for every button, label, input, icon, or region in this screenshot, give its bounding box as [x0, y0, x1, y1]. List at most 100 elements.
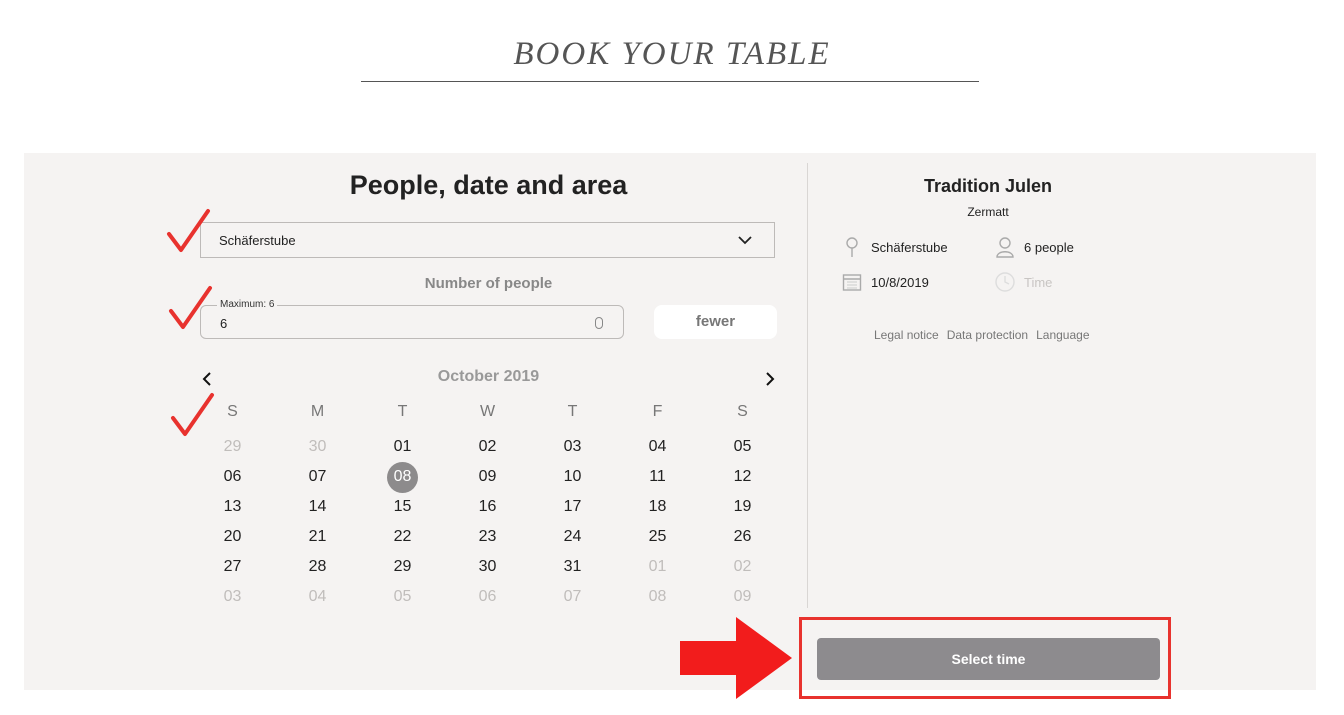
weekday-label: T — [567, 403, 578, 420]
people-label: Number of people — [424, 275, 553, 292]
calendar-day[interactable]: 02 — [445, 432, 530, 462]
calendar-day-number: 19 — [733, 498, 752, 515]
calendar-day[interactable]: 29 — [360, 552, 445, 582]
calendar-day[interactable]: 23 — [445, 522, 530, 552]
restaurant-city: Zermatt — [967, 205, 1009, 219]
calendar-day[interactable]: 22 — [360, 522, 445, 552]
calendar-day-number: 27 — [223, 558, 242, 575]
calendar-day: 02 — [700, 552, 785, 582]
legal-notice-link[interactable]: Legal notice — [874, 328, 939, 342]
calendar-day-number: 04 — [308, 588, 327, 605]
title-underline — [361, 81, 979, 82]
calendar-day-number: 04 — [648, 438, 667, 455]
calendar-day[interactable]: 13 — [190, 492, 275, 522]
check-mark-icon — [171, 393, 214, 436]
calendar-day-number: 30 — [308, 438, 327, 455]
section-title: People, date and area — [349, 170, 628, 200]
calendar-day[interactable]: 20 — [190, 522, 275, 552]
spinner-icon[interactable] — [595, 317, 603, 329]
calendar-day[interactable]: 03 — [530, 432, 615, 462]
calendar-day-number: 18 — [648, 498, 667, 515]
calendar-grid: 29 30 01 02 03 04 05 06 07 08 09 10 11 12 13 14 15 16 17 18… — [190, 432, 785, 612]
people-input-legend: Maximum: 6 — [217, 299, 278, 311]
calendar-day[interactable]: 19 — [700, 492, 785, 522]
calendar-day-number: 03 — [223, 588, 242, 605]
calendar-day-number: 22 — [393, 528, 412, 545]
weekday-label: W — [479, 403, 496, 420]
calendar-day-number: 09 — [478, 468, 497, 485]
page-title: BOOK YOUR TABLE — [513, 36, 831, 72]
calendar-day[interactable]: 28 — [275, 552, 360, 582]
calendar-day[interactable]: 16 — [445, 492, 530, 522]
weekday-label: S — [737, 403, 748, 420]
summary-area-text: Schäferstube — [871, 239, 948, 255]
people-input-value: 6 — [220, 316, 228, 331]
calendar-day-number: 26 — [733, 528, 752, 545]
summary-date-text: 10/8/2019 — [871, 274, 929, 290]
calendar-day[interactable]: 31 — [530, 552, 615, 582]
calendar-day-number: 07 — [563, 588, 582, 605]
calendar-day[interactable]: 14 — [275, 492, 360, 522]
calendar-day-number: 16 — [478, 498, 497, 515]
calendar-day-number: 15 — [393, 498, 412, 515]
calendar-day[interactable]: 11 — [615, 462, 700, 492]
calendar-day-number: 29 — [393, 558, 412, 575]
calendar-day[interactable]: 05 — [700, 432, 785, 462]
calendar-day-number: 25 — [648, 528, 667, 545]
chevron-down-icon — [738, 236, 752, 245]
clock-icon — [994, 271, 1016, 293]
calendar-day-number: 10 — [563, 468, 582, 485]
calendar-day[interactable]: 15 — [360, 492, 445, 522]
summary-time: Time — [994, 271, 1052, 293]
calendar-day[interactable]: 10 — [530, 462, 615, 492]
calendar-day: 05 — [360, 582, 445, 612]
calendar-day-number: 09 — [733, 588, 752, 605]
calendar-day: 07 — [530, 582, 615, 612]
calendar-day[interactable]: 04 — [615, 432, 700, 462]
calendar-day[interactable]: 09 — [445, 462, 530, 492]
weekday-label: T — [397, 403, 408, 420]
summary-date: 10/8/2019 — [841, 271, 929, 293]
calendar-day[interactable]: 06 — [190, 462, 275, 492]
calendar-day-selected[interactable]: 08 — [360, 461, 445, 493]
calendar-day-number: 29 — [223, 438, 242, 455]
calendar-day: 08 — [615, 582, 700, 612]
calendar-day: 09 — [700, 582, 785, 612]
calendar-day[interactable]: 27 — [190, 552, 275, 582]
area-select[interactable]: Schäferstube — [200, 222, 775, 258]
restaurant-name: Tradition Julen — [923, 176, 1052, 196]
calendar-day[interactable]: 30 — [445, 552, 530, 582]
weekday-label: F — [652, 403, 663, 420]
calendar-day-number: 24 — [563, 528, 582, 545]
people-input[interactable]: Maximum: 6 6 — [200, 299, 624, 339]
data-protection-link[interactable]: Data protection — [947, 328, 1028, 342]
calendar-day[interactable]: 18 — [615, 492, 700, 522]
person-icon — [994, 236, 1016, 258]
calendar-day[interactable]: 21 — [275, 522, 360, 552]
calendar-day-number: 31 — [563, 558, 582, 575]
calendar-day-number: 01 — [648, 558, 667, 575]
calendar-day[interactable]: 17 — [530, 492, 615, 522]
calendar-day-number: 28 — [308, 558, 327, 575]
language-link[interactable]: Language — [1036, 328, 1089, 342]
calendar-day[interactable]: 26 — [700, 522, 785, 552]
calendar-day[interactable]: 12 — [700, 462, 785, 492]
select-time-button[interactable]: Select time — [817, 638, 1160, 680]
summary-area: Schäferstube — [841, 236, 948, 258]
calendar-day[interactable]: 01 — [360, 432, 445, 462]
fewer-button[interactable]: fewer — [654, 305, 777, 339]
calendar-day-number: 01 — [393, 438, 412, 455]
calendar-day[interactable]: 07 — [275, 462, 360, 492]
calendar-day-number: 03 — [563, 438, 582, 455]
check-mark-icon — [167, 209, 210, 252]
calendar-day-number: 13 — [223, 498, 242, 515]
summary-time-text: Time — [1024, 274, 1053, 290]
weekday-label: M — [310, 403, 325, 420]
calendar-day[interactable]: 24 — [530, 522, 615, 552]
footer-links: Legal notice Data protection Language — [874, 328, 1090, 342]
summary-people-text: 6 people — [1024, 239, 1074, 255]
chevron-right-icon[interactable] — [763, 370, 777, 388]
calendar-day[interactable]: 25 — [615, 522, 700, 552]
calendar-day-number: 30 — [478, 558, 497, 575]
calendar-day-number: 08 — [648, 588, 667, 605]
